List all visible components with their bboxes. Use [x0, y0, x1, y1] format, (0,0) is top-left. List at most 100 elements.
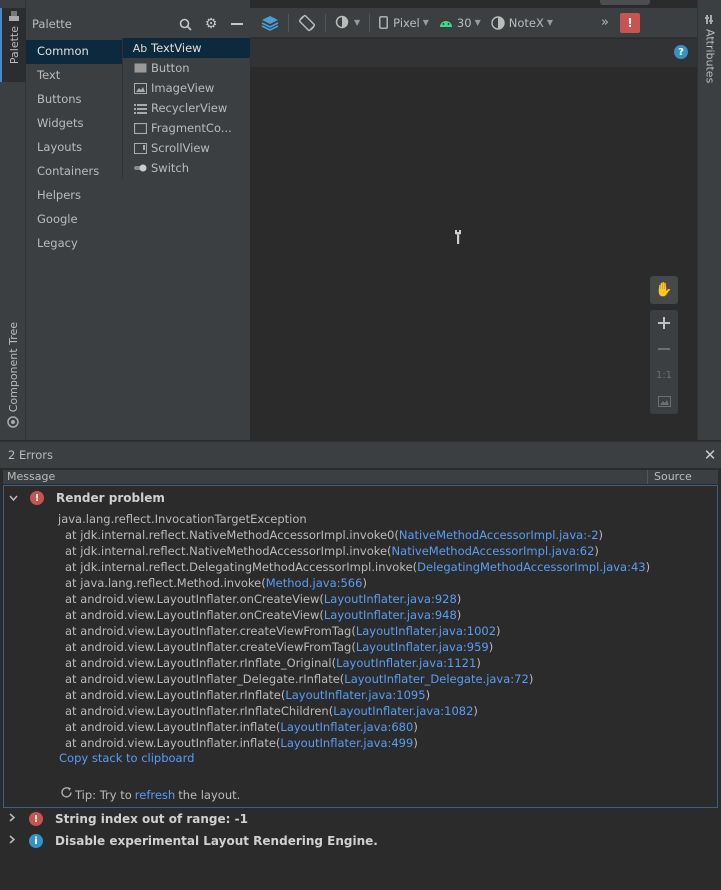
palette-category[interactable]: Common	[26, 40, 122, 64]
column-message[interactable]: Message	[3, 470, 648, 484]
stack-frame-tail: )	[528, 672, 534, 686]
tab-palette-label: Palette	[7, 26, 21, 65]
tip-prefix: Tip: Try to	[75, 787, 132, 802]
refresh-icon[interactable]	[60, 786, 73, 803]
widget-label: FragmentCo...	[151, 121, 232, 135]
recycler-view-icon	[132, 101, 148, 115]
switch-icon	[132, 161, 148, 175]
palette-category[interactable]: Text	[26, 64, 122, 88]
palette-category[interactable]: Legacy	[26, 232, 122, 256]
device-selector[interactable]: Pixel ▼	[374, 11, 434, 35]
layers-icon	[261, 15, 279, 31]
image-view-icon	[132, 81, 148, 95]
stack-frame-link[interactable]: LayoutInflater.java:1082	[333, 704, 473, 718]
night-mode-button[interactable]: ▼	[330, 11, 365, 35]
api-level-selector[interactable]: 30 ▼	[434, 11, 486, 35]
palette-widget-button[interactable]: Button	[123, 58, 250, 78]
stack-frame-link[interactable]: NativeMethodAccessorImpl.java:62	[392, 544, 595, 558]
zoom-actual-size-button[interactable]: 1:1	[650, 362, 678, 388]
zoom-out-icon[interactable]	[650, 336, 678, 362]
widget-label: Switch	[151, 161, 190, 175]
palette-category[interactable]: Containers	[26, 160, 122, 184]
stack-frame: at android.view.LayoutInflater.onCreateV…	[58, 591, 708, 607]
stack-frame-link[interactable]: LayoutInflater_Delegate.java:72	[344, 672, 529, 686]
error-row-string-index[interactable]: ! String index out of range: -1	[3, 808, 718, 830]
minimize-icon[interactable]	[224, 13, 250, 35]
stack-trace: java.lang.reflect.InvocationTargetExcept…	[58, 511, 708, 751]
design-canvas[interactable]: ? ✋ 1:1	[250, 39, 697, 440]
widget-label: RecyclerView	[151, 101, 228, 115]
help-icon[interactable]: ?	[674, 45, 688, 59]
zoom-in-icon[interactable]	[650, 310, 678, 336]
other-errors-list: ! String index out of range: -1 i Disabl…	[3, 807, 718, 852]
stack-frame-tail: )	[413, 736, 418, 750]
stack-frame-text: at android.view.LayoutInflater.inflate(	[65, 736, 281, 750]
chevron-down-icon[interactable]	[4, 493, 22, 504]
palette-category[interactable]: Buttons	[26, 88, 122, 112]
chevron-right-icon[interactable]	[3, 835, 21, 847]
tab-attributes[interactable]: Attributes	[698, 14, 721, 83]
palette-widget-imageview[interactable]: ImageView	[123, 78, 250, 98]
info-row-layout-engine[interactable]: i Disable experimental Layout Rendering …	[3, 830, 718, 852]
palette-title: Palette	[32, 17, 72, 31]
stack-frame-link[interactable]: NativeMethodAccessorImpl.java:-2	[399, 528, 599, 542]
zoom-group: 1:1	[650, 310, 678, 414]
info-icon: i	[29, 834, 43, 848]
palette-widget-scrollview[interactable]: ScrollView	[123, 138, 250, 158]
errors-title: 2 Errors	[8, 448, 53, 462]
night-mode-icon	[335, 15, 349, 28]
component-tree-icon	[7, 416, 19, 429]
theme-selector[interactable]: NoteX ▼	[486, 11, 558, 35]
stack-frame-link[interactable]: LayoutInflater.java:1121	[336, 656, 476, 670]
stack-frame-link[interactable]: LayoutInflater.java:1095	[285, 688, 425, 702]
more-actions-button[interactable]: »	[596, 11, 614, 35]
stack-frame-link[interactable]: LayoutInflater.java:928	[324, 592, 457, 606]
design-surface-button[interactable]	[256, 11, 284, 35]
stack-frame-link[interactable]: Method.java:566	[266, 576, 363, 590]
palette-categories: Common Text Buttons Widgets Layouts Cont…	[26, 40, 122, 256]
orientation-button[interactable]	[293, 11, 321, 35]
scroll-view-icon	[132, 141, 148, 155]
palette-widgets: Ab TextView Button ImageView RecyclerVie…	[122, 38, 250, 178]
palette-widget-textview[interactable]: Ab TextView	[123, 38, 250, 58]
stack-frame-link[interactable]: LayoutInflater.java:1002	[356, 624, 496, 638]
column-source[interactable]: Source	[648, 470, 718, 484]
zoom-to-fit-icon[interactable]	[650, 388, 678, 414]
stack-frame-link[interactable]: LayoutInflater.java:948	[324, 608, 457, 622]
right-tool-strip: Attributes	[697, 0, 721, 440]
stack-frame-link[interactable]: LayoutInflater.java:499	[280, 736, 413, 750]
android-icon	[439, 20, 452, 27]
tab-component-tree[interactable]: Component Tree	[0, 322, 26, 430]
tab-palette[interactable]: Palette	[0, 8, 26, 82]
stack-frame-tail: )	[362, 576, 367, 590]
chevron-down-icon: ▼	[422, 18, 429, 27]
close-icon[interactable]: ✕	[699, 446, 721, 464]
stack-frame-tail: )	[598, 528, 604, 542]
pan-hand-icon[interactable]: ✋	[650, 276, 678, 304]
gear-icon[interactable]: ⚙	[198, 13, 224, 35]
stack-frame-text: at java.lang.reflect.Method.invoke(	[65, 576, 266, 590]
render-problem-row[interactable]: ! Render problem	[4, 487, 717, 509]
device-icon	[379, 16, 389, 29]
palette-widget-fragmentcontainer[interactable]: FragmentCo...	[123, 118, 250, 138]
stack-frame-link[interactable]: LayoutInflater.java:680	[280, 720, 413, 734]
toolbar-separator	[325, 13, 326, 32]
stack-frame: at android.view.LayoutInflater.createVie…	[58, 623, 708, 639]
palette-category[interactable]: Widgets	[26, 112, 122, 136]
stack-frame-link[interactable]: LayoutInflater.java:959	[356, 640, 489, 654]
refresh-link[interactable]: refresh	[135, 788, 175, 802]
chevron-right-icon[interactable]	[3, 813, 21, 825]
palette-category[interactable]: Helpers	[26, 184, 122, 208]
search-icon[interactable]	[172, 13, 198, 35]
copy-stack-link[interactable]: Copy stack to clipboard	[59, 751, 194, 765]
palette-widget-switch[interactable]: Switch	[123, 158, 250, 178]
stack-frame: at java.lang.reflect.Method.invoke(Metho…	[58, 575, 708, 591]
tab-component-tree-label: Component Tree	[6, 322, 20, 413]
palette-widget-recyclerview[interactable]: RecyclerView	[123, 98, 250, 118]
palette-category[interactable]: Layouts	[26, 136, 122, 160]
stack-frame-link[interactable]: DelegatingMethodAccessorImpl.java:43	[417, 560, 645, 574]
palette-category[interactable]: Google	[26, 208, 122, 232]
stack-frame-tail: )	[456, 608, 462, 622]
error-indicator-icon[interactable]: !	[619, 12, 640, 33]
chevron-down-icon: ▼	[546, 18, 553, 27]
